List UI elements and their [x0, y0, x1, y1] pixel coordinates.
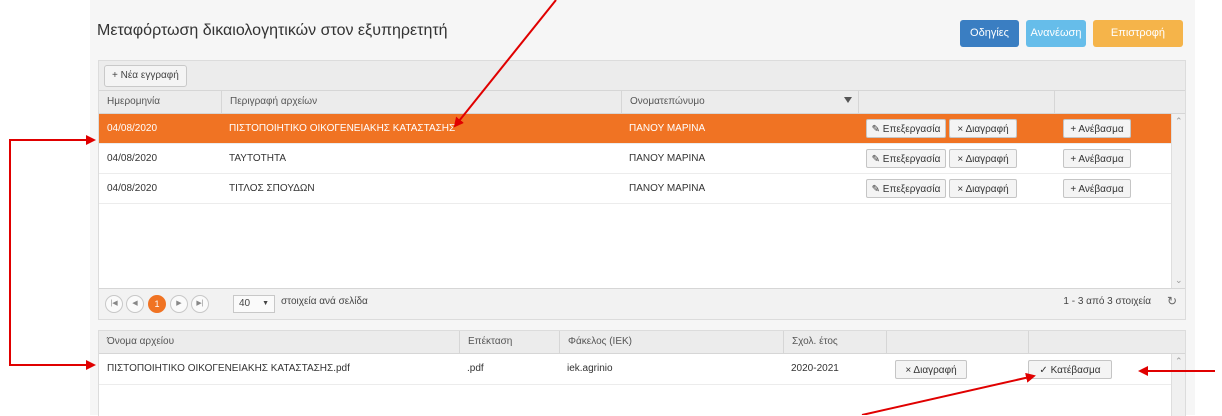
annotation-connector [9, 139, 90, 366]
annotation-arrow [861, 372, 1036, 415]
annotation-overlay [9, 0, 1215, 415]
annotation-arrow [453, 0, 557, 128]
